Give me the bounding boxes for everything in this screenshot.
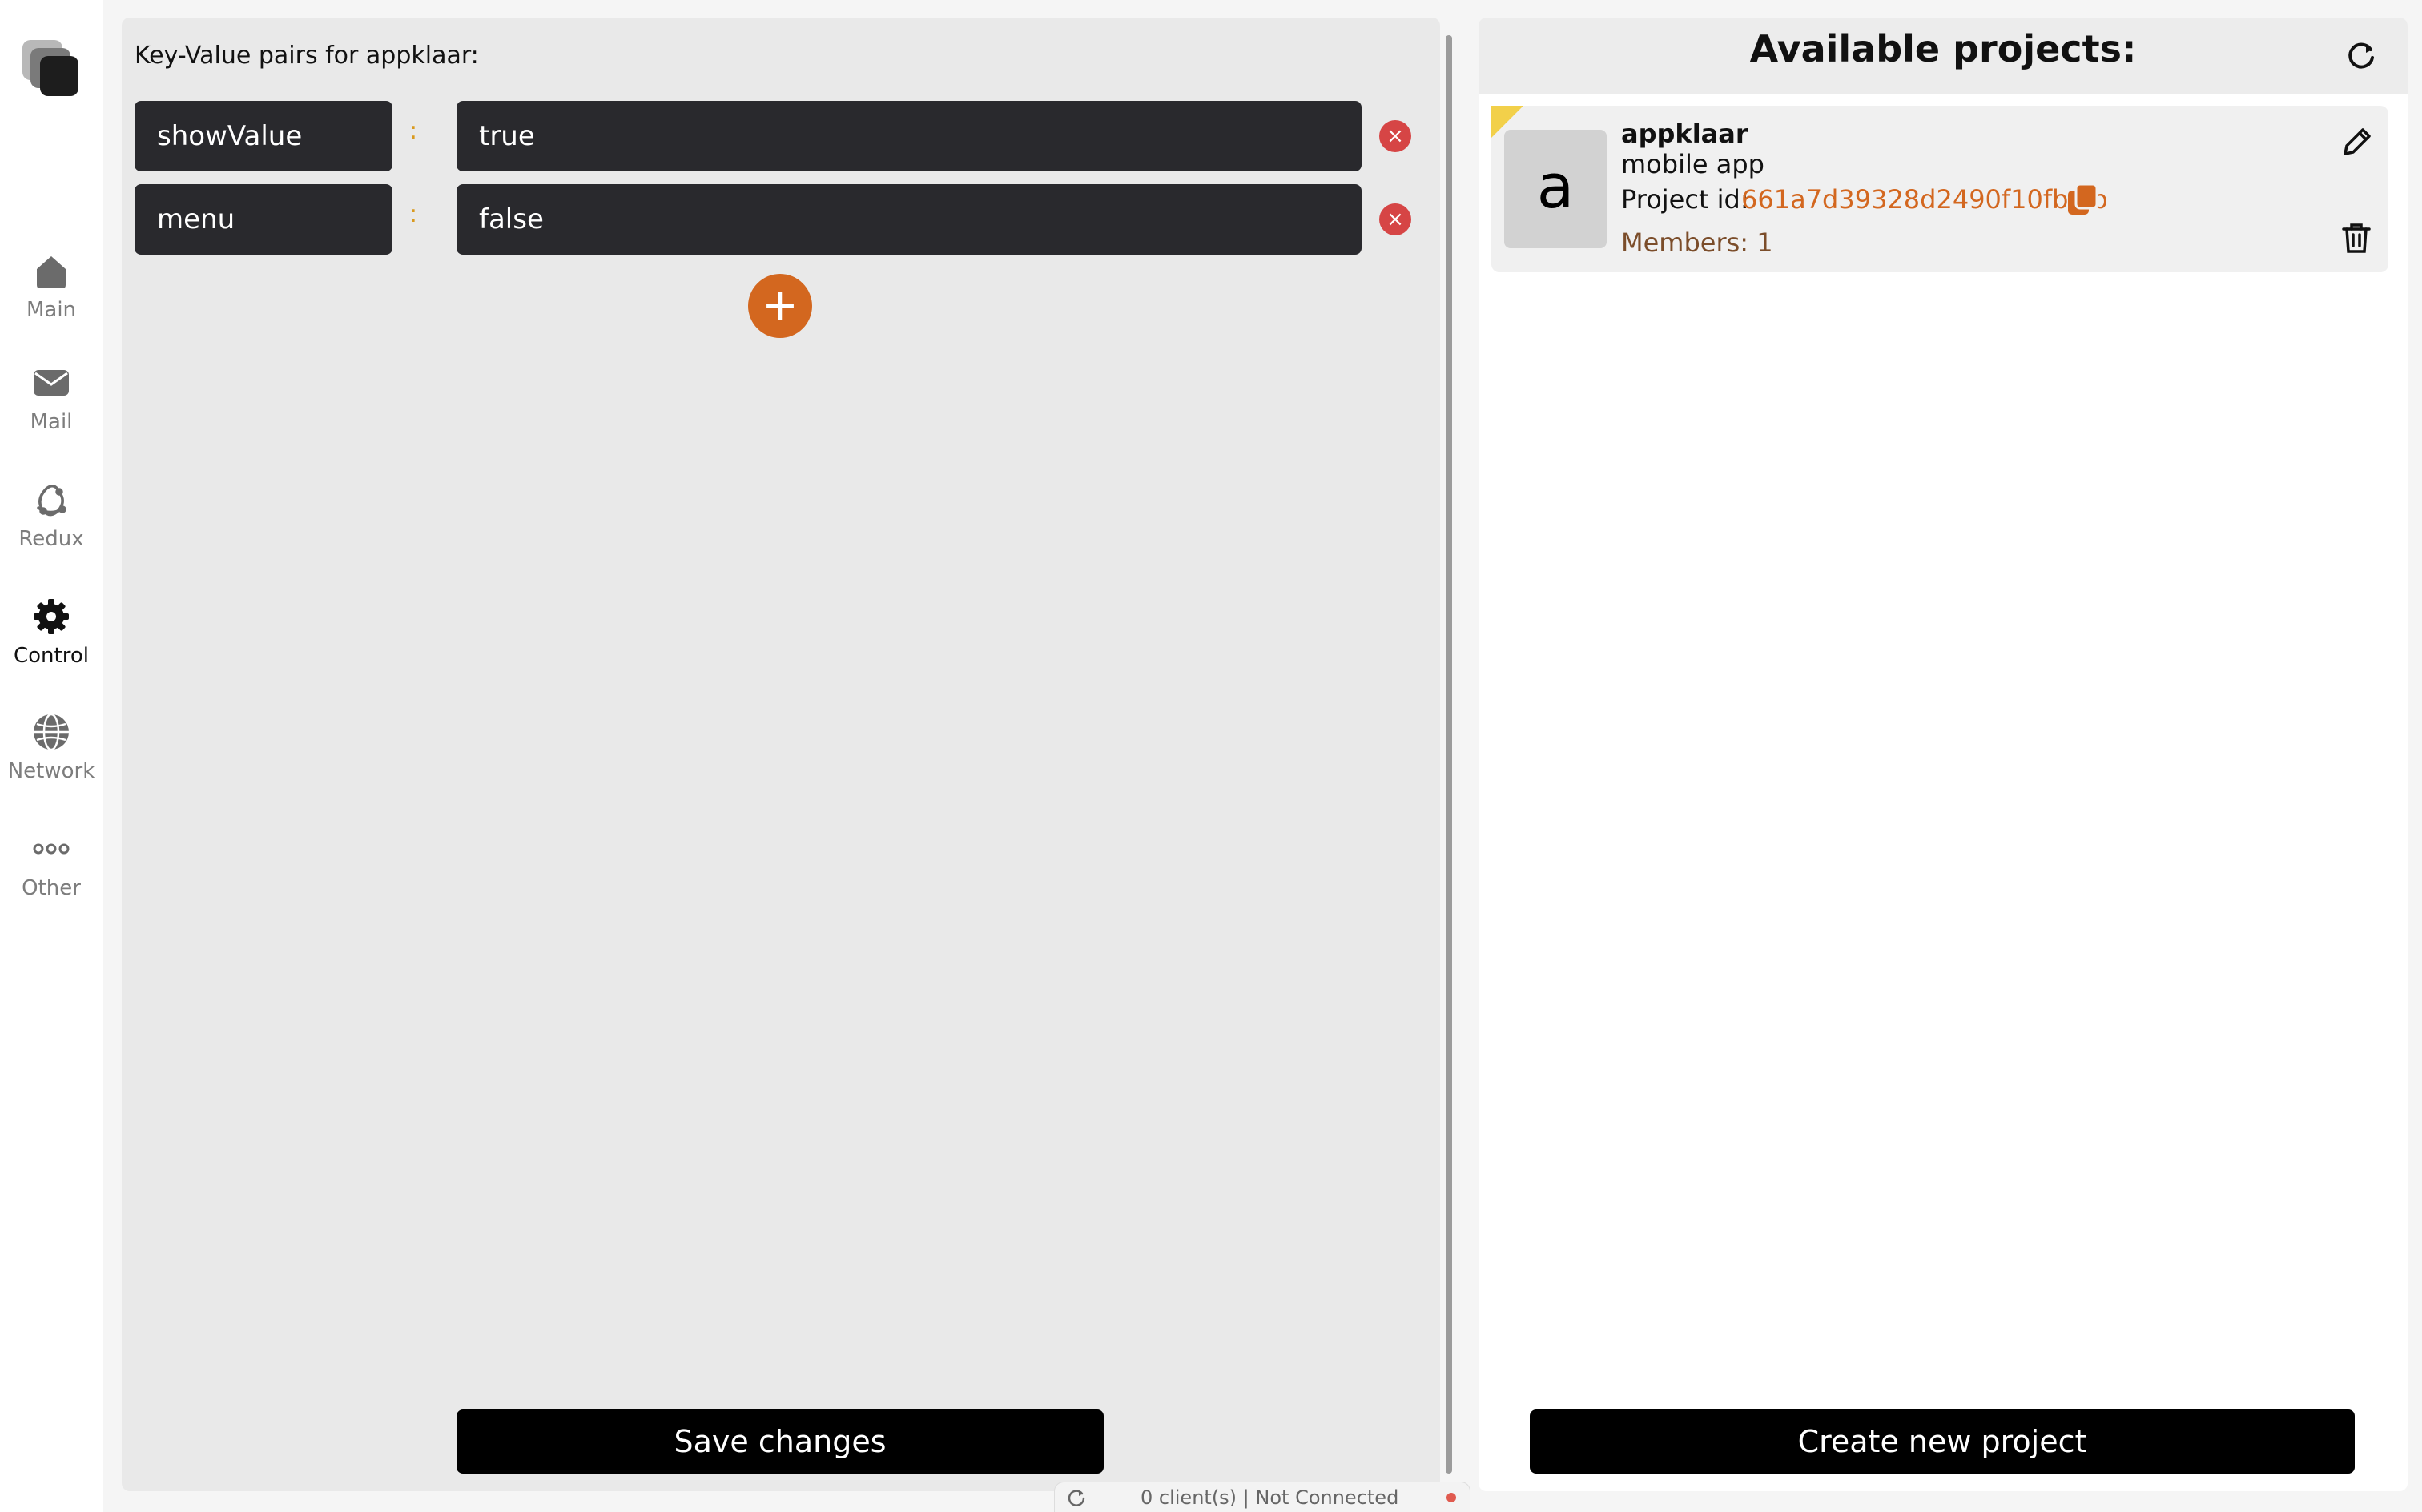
reconnect-icon[interactable] <box>1065 1486 1088 1509</box>
project-members: Members: 1 <box>1621 227 1773 258</box>
project-description: mobile app <box>1621 149 1764 179</box>
globe-icon <box>34 713 69 751</box>
more-dots-icon <box>33 843 70 855</box>
trash-icon[interactable] <box>2340 221 2372 255</box>
sidebar-item-network[interactable]: Network <box>0 708 103 783</box>
sidebar-item-label: Mail <box>30 410 73 434</box>
delete-pair-button[interactable]: × <box>1379 120 1411 152</box>
key-input[interactable] <box>135 101 392 171</box>
key-value-title: Key-Value pairs for appklaar: <box>135 42 479 70</box>
project-avatar: a <box>1504 130 1607 248</box>
home-icon <box>37 256 66 288</box>
sidebar: Main Mail Redux Control Network Other <box>0 0 103 1512</box>
add-pair-button[interactable]: + <box>748 274 812 338</box>
sidebar-item-main[interactable]: Main <box>0 247 103 322</box>
sidebar-item-label: Redux <box>18 527 84 551</box>
project-name: appklaar <box>1621 119 1748 149</box>
sidebar-item-other[interactable]: Other <box>0 825 103 900</box>
sidebar-item-label: Network <box>7 759 95 783</box>
key-value-separator: : <box>408 200 418 228</box>
connection-status-indicator <box>1446 1493 1456 1502</box>
project-id: 661a7d39328d2490f10fbcfb <box>1741 184 2108 215</box>
value-input[interactable] <box>457 101 1362 171</box>
sidebar-item-label: Other <box>22 876 81 900</box>
delete-pair-button[interactable]: × <box>1379 203 1411 235</box>
projects-title: Available projects: <box>1749 27 2137 70</box>
sidebar-item-redux[interactable]: Redux <box>0 476 103 551</box>
copy-icon[interactable] <box>2066 183 2098 216</box>
mail-icon <box>34 370 69 396</box>
panel-resize-handle[interactable] <box>1446 35 1452 1474</box>
app-logo <box>22 40 80 98</box>
sidebar-item-label: Control <box>14 644 89 668</box>
connection-status-text: 0 client(s) | Not Connected <box>1141 1486 1399 1509</box>
sidebar-item-label: Main <box>26 298 77 322</box>
project-id-label: Project id: <box>1621 184 1749 215</box>
save-button[interactable]: Save changes <box>457 1409 1104 1474</box>
refresh-icon[interactable] <box>2344 38 2379 74</box>
gear-icon <box>34 599 69 634</box>
key-value-row: : × <box>135 101 1416 171</box>
edit-icon[interactable] <box>2339 123 2376 160</box>
sidebar-item-mail[interactable]: Mail <box>0 359 103 434</box>
redux-icon <box>37 485 66 517</box>
value-input[interactable] <box>457 184 1362 255</box>
create-project-button[interactable]: Create new project <box>1530 1409 2355 1474</box>
key-value-row: : × <box>135 184 1416 255</box>
sidebar-item-control[interactable]: Control <box>0 593 103 668</box>
key-value-separator: : <box>408 117 418 145</box>
key-input[interactable] <box>135 184 392 255</box>
